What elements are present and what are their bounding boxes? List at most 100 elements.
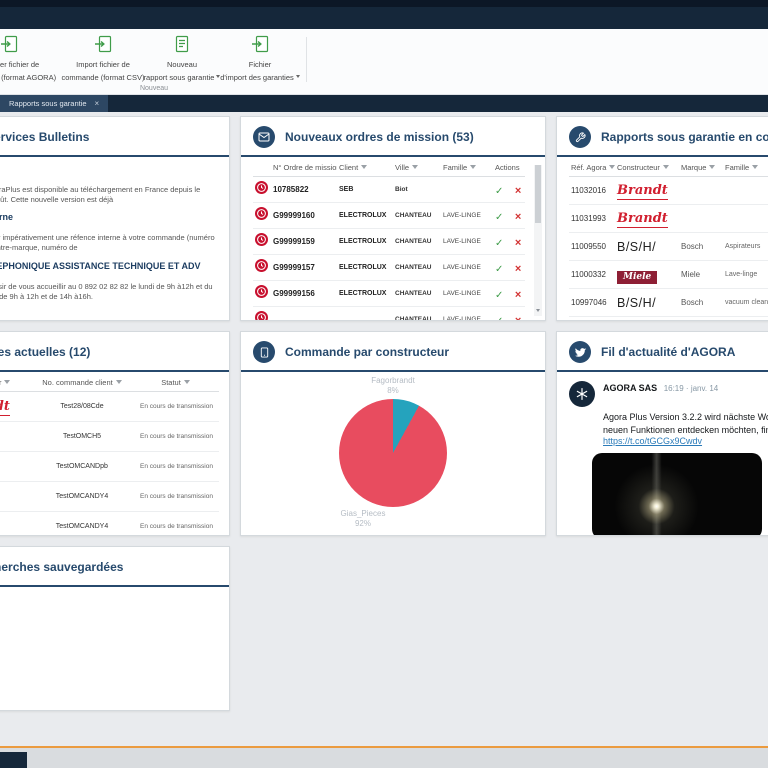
import-csv-button[interactable]: Import fichier de commande (format CSV) xyxy=(59,34,147,85)
filter-icon[interactable] xyxy=(361,165,367,172)
import-agora-button[interactable]: Importer fichier de commande (format AGO… xyxy=(0,34,59,85)
mission-row[interactable]: G99999160 ELECTROLUX CHANTEAU LAVE-LINGE… xyxy=(253,203,525,229)
footer-navy-block xyxy=(0,752,27,768)
warranty-row[interactable]: B/S/H/ xyxy=(569,317,768,322)
bulletin-title: Référence interne xyxy=(0,212,217,222)
document-tab[interactable]: Rapports sous garantie × xyxy=(0,95,108,112)
city-cell: CHANTEAU xyxy=(393,281,441,307)
tweet-image[interactable] xyxy=(592,453,762,536)
warranty-row[interactable]: 11009550 B/S/H/ Bosch Aspirateurs xyxy=(569,233,768,261)
filter-icon[interactable] xyxy=(752,165,758,172)
column-header[interactable]: Statut xyxy=(132,374,219,392)
family-cell: Lave-linge xyxy=(723,261,768,289)
reject-button[interactable]: × xyxy=(515,289,521,301)
brand-cell: Bosch xyxy=(679,289,723,317)
filter-icon[interactable] xyxy=(609,165,615,172)
mission-row[interactable]: G99999159 ELECTROLUX CHANTEAU LAVE-LINGE… xyxy=(253,229,525,255)
button-label: Import fichier de xyxy=(76,60,130,70)
family-cell: LAVE-LINGE xyxy=(441,203,493,229)
order-number-cell: G99999160 xyxy=(271,203,337,229)
tweet-text: Agora Plus Version 3.2.2 wird nächste Wo… xyxy=(603,411,768,424)
tab-label: Rapports sous garantie xyxy=(9,99,87,108)
column-header[interactable]: Constructeur xyxy=(0,374,32,392)
filter-icon[interactable] xyxy=(184,380,190,387)
scrollbar-down-button[interactable] xyxy=(534,306,542,316)
tweet-timestamp: 16:19 · janv. 14 xyxy=(664,384,719,393)
accept-button[interactable]: ✓ xyxy=(495,238,503,249)
new-warranty-report-button[interactable]: Nouveau rapport sous garantie xyxy=(147,34,217,85)
title-bar xyxy=(0,0,768,29)
family-cell: LAVE-LINGE xyxy=(441,281,493,307)
mission-row[interactable]: G99999156 ELECTROLUX CHANTEAU LAVE-LINGE… xyxy=(253,281,525,307)
order-row[interactable]: TestOMCANDY4 En cours de transmission xyxy=(0,482,219,512)
vertical-scrollbar[interactable] xyxy=(534,165,542,316)
reject-button[interactable]: × xyxy=(515,315,521,322)
column-header[interactable]: N° Ordre de mission xyxy=(271,159,337,177)
order-row[interactable]: TestOMCANDpb En cours de transmission xyxy=(0,452,219,482)
status-cell: En cours de transmission xyxy=(132,422,219,452)
manufacturer-logo: Brandt xyxy=(617,184,668,201)
family-cell: Aspirateurs xyxy=(723,233,768,261)
accept-button[interactable]: ✓ xyxy=(495,316,503,322)
button-label: d'import des garanties xyxy=(220,73,294,82)
warranty-row[interactable]: 11000332 Miele Miele Lave-linge xyxy=(569,261,768,289)
warranty-import-file-button[interactable]: Fichier d'import des garanties xyxy=(217,34,303,85)
client-cell: ELECTROLUX xyxy=(337,281,393,307)
manufacturer-logo: Miele xyxy=(617,271,657,284)
reject-button[interactable]: × xyxy=(515,211,521,223)
warranty-row[interactable]: 11032016 Brandt xyxy=(569,177,768,205)
scrollbar-thumb[interactable] xyxy=(535,165,541,223)
column-header[interactable]: Constructeur xyxy=(615,159,679,177)
mission-row[interactable]: G99999157 ELECTROLUX CHANTEAU LAVE-LINGE… xyxy=(253,255,525,281)
column-header[interactable]: Ville xyxy=(393,159,441,177)
ref-cell xyxy=(569,317,615,322)
reject-button[interactable]: × xyxy=(515,185,521,197)
order-number-cell: G99999159 xyxy=(271,229,337,255)
tab-close-icon[interactable]: × xyxy=(95,100,100,108)
accept-button[interactable]: ✓ xyxy=(495,264,503,275)
accept-button[interactable]: ✓ xyxy=(495,290,503,301)
new-report-icon xyxy=(172,34,192,57)
filter-icon[interactable] xyxy=(470,165,476,172)
bulletin-item[interactable]: ACCUEIL TELEPHONIQUE ASSISTANCE TECHNIQU… xyxy=(0,261,217,302)
column-header[interactable]: Famille xyxy=(723,159,768,177)
wrench-icon xyxy=(569,126,591,148)
filter-icon[interactable] xyxy=(709,165,715,172)
order-row[interactable]: Brandt Test28/08Cde En cours de transmis… xyxy=(0,392,219,422)
order-row[interactable]: TestOMCANDY4 En cours de transmission xyxy=(0,512,219,537)
accept-button[interactable]: ✓ xyxy=(495,186,503,197)
city-cell: CHANTEAU xyxy=(393,255,441,281)
column-header[interactable]: Famille xyxy=(441,159,493,177)
order-row[interactable]: TestOMCH5 En cours de transmission xyxy=(0,422,219,452)
reject-button[interactable]: × xyxy=(515,263,521,275)
envelope-icon xyxy=(253,126,275,148)
button-label: commande (format CSV) xyxy=(62,73,145,83)
reject-button[interactable]: × xyxy=(515,237,521,249)
column-header[interactable]: No. commande client xyxy=(32,374,132,392)
status-cell: En cours de transmission xyxy=(132,452,219,482)
import-file-icon xyxy=(250,34,270,57)
clipboard-icon xyxy=(253,341,275,363)
column-header[interactable]: Réf. Agora xyxy=(569,159,615,177)
filter-icon[interactable] xyxy=(4,380,10,387)
filter-icon[interactable] xyxy=(663,165,669,172)
warranty-table: Réf. Agora Constructeur Marque Famille 1… xyxy=(569,159,768,321)
mission-row[interactable]: 10785822 SEB Biot ✓ × xyxy=(253,177,525,203)
button-label: Nouveau xyxy=(167,60,197,70)
warranty-row[interactable]: 10997046 B/S/H/ Bosch vacuum cleaner xyxy=(569,289,768,317)
accept-button[interactable]: ✓ xyxy=(495,212,503,223)
column-header[interactable]: Actions xyxy=(493,159,525,177)
bulletin-item[interactable]: AgoraPlus V3 Chers clients, La version 3… xyxy=(0,164,217,205)
family-cell xyxy=(723,205,768,233)
tweet-link[interactable]: https://t.co/tGCGx9Cwdv xyxy=(603,436,768,446)
filter-icon[interactable] xyxy=(412,165,418,172)
bulletin-item[interactable]: Référence interne Chers Clients, Veuille… xyxy=(0,212,217,253)
mission-row[interactable]: CHANTEAU LAVE-LINGE ✓ × xyxy=(253,307,525,322)
tweet[interactable]: AGORA SAS 16:19 · janv. 14 Agora Plus Ve… xyxy=(557,372,768,536)
column-header[interactable]: Client xyxy=(337,159,393,177)
warranty-row[interactable]: 11031993 Brandt xyxy=(569,205,768,233)
filter-icon[interactable] xyxy=(116,380,122,387)
pending-status-icon xyxy=(255,207,268,224)
column-header[interactable]: Marque xyxy=(679,159,723,177)
family-cell: LAVE-LINGE xyxy=(441,255,493,281)
